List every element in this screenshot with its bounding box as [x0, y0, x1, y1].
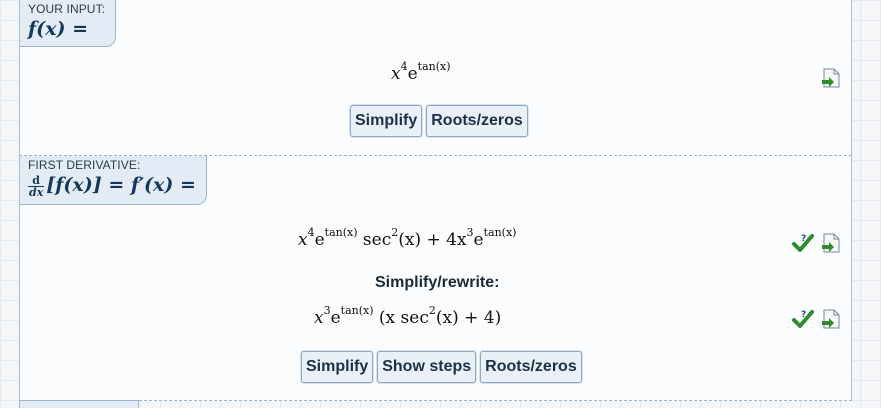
term: x: [314, 308, 324, 328]
term: (x) + 4): [435, 308, 502, 328]
simplify-button[interactable]: Simplify: [301, 351, 374, 383]
derivative-tab: FIRST DERIVATIVE: d dx [f(x)] = f′(x) =: [20, 156, 207, 205]
term: e: [473, 230, 484, 250]
expr-e-power: tan(x): [417, 60, 451, 73]
input-button-row: Simplify Roots/zeros: [350, 105, 528, 137]
input-tab-label: YOUR INPUT:: [28, 2, 106, 16]
exponent: 2: [391, 226, 399, 239]
check-mark-icon[interactable]: ?: [792, 308, 814, 330]
input-tab: YOUR INPUT: f(x) =: [20, 0, 117, 47]
export-page-icon[interactable]: [820, 232, 842, 254]
exponent: 2: [428, 304, 436, 317]
frac-denominator: dx: [29, 185, 44, 199]
derivative-tab-text: [f(x)] = f′(x) =: [46, 174, 196, 196]
term: e: [314, 230, 325, 250]
input-expression: x4etan(x): [391, 60, 451, 84]
derivative-panel: FIRST DERIVATIVE: d dx [f(x)] = f′(x) = x4…: [19, 156, 852, 401]
exponent: 3: [323, 304, 331, 317]
svg-text:?: ?: [801, 234, 806, 244]
export-page-icon[interactable]: [820, 308, 842, 330]
derivative-tab-label: FIRST DERIVATIVE:: [28, 158, 141, 172]
term: (x) + 4x: [398, 230, 467, 250]
expr-e: e: [407, 64, 418, 84]
show-steps-button[interactable]: Show steps: [377, 351, 477, 383]
derivative-tab-formula: d dx [f(x)] = f′(x) =: [28, 174, 196, 198]
exponent: 4: [307, 226, 315, 239]
frac-numerator: d: [28, 175, 45, 187]
roots-zeros-button[interactable]: Roots/zeros: [426, 105, 528, 137]
simplified-result: x3etan(x) (x sec2(x) + 4): [314, 304, 502, 328]
exponent: 3: [466, 226, 474, 239]
expr-base-power: 4: [400, 60, 408, 73]
simplify-button[interactable]: Simplify: [350, 105, 423, 137]
expr-base: x: [391, 64, 401, 84]
exponent: tan(x): [483, 226, 517, 239]
input-panel: YOUR INPUT: f(x) = x4etan(x) Simplify Ro…: [19, 0, 852, 156]
term: e: [330, 308, 341, 328]
input-tab-formula: f(x) =: [28, 18, 89, 40]
exponent: tan(x): [324, 226, 358, 239]
term: x: [298, 230, 308, 250]
derivative-result: x4etan(x) sec2(x) + 4x3etan(x): [298, 226, 516, 250]
derivative-button-row: Simplify Show steps Roots/zeros: [301, 351, 582, 383]
term: sec: [357, 230, 392, 250]
rewrite-label: Simplify/rewrite:: [375, 274, 500, 291]
export-page-icon[interactable]: [820, 67, 842, 89]
roots-zeros-button[interactable]: Roots/zeros: [480, 351, 582, 383]
term: (x sec: [378, 308, 429, 328]
svg-text:?: ?: [801, 310, 806, 320]
d-dx-fraction: d dx: [28, 175, 45, 199]
exponent: tan(x): [340, 304, 374, 317]
check-mark-icon[interactable]: ?: [792, 232, 814, 254]
